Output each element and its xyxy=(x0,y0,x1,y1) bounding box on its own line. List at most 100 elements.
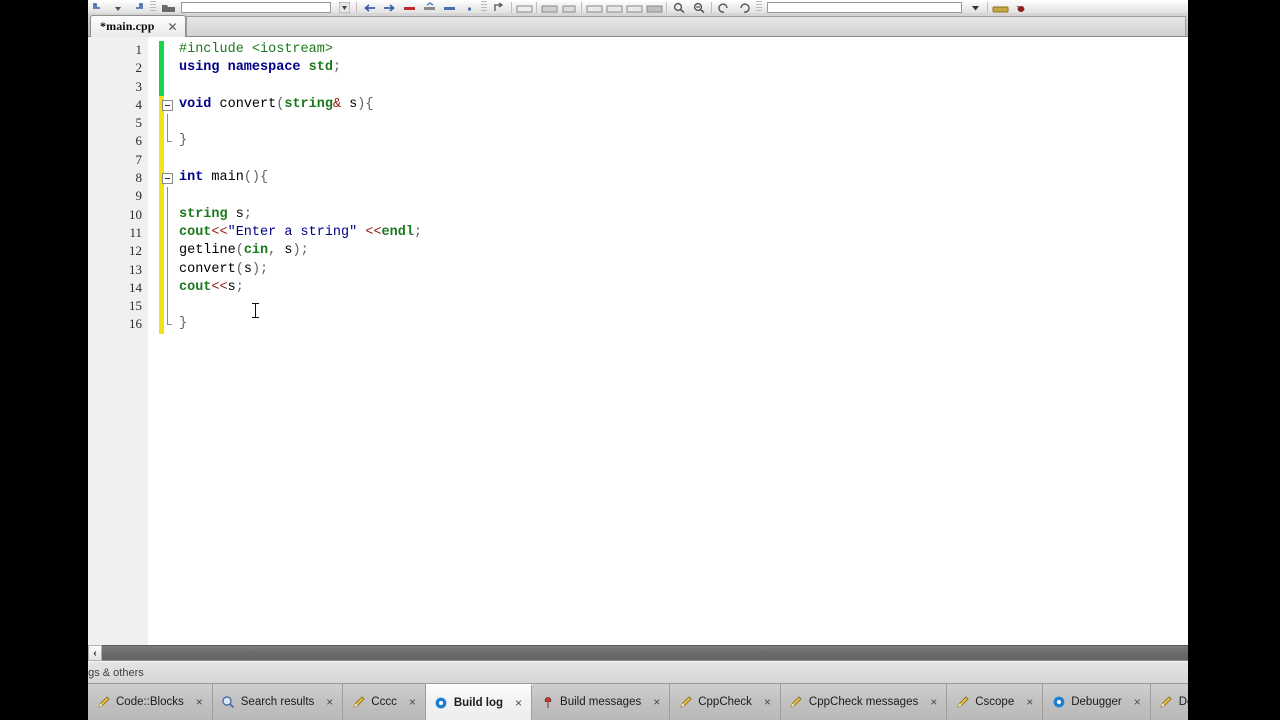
bookmark-prev-icon[interactable] xyxy=(419,0,439,13)
pin-icon xyxy=(540,695,555,710)
build-target-chevron-down-icon[interactable] xyxy=(965,0,985,13)
close-icon[interactable]: × xyxy=(194,695,205,709)
line-number: 7 xyxy=(135,151,143,167)
window-1-icon[interactable] xyxy=(514,0,534,13)
close-icon[interactable]: × xyxy=(928,695,939,709)
close-icon[interactable]: × xyxy=(513,696,524,710)
pencil-icon xyxy=(678,695,693,710)
window-2-icon[interactable] xyxy=(539,0,559,13)
editor-tab-main-cpp[interactable]: *main.cpp ✕ xyxy=(90,15,186,37)
editor-tab-bar-empty-area xyxy=(186,16,1186,36)
line-number: 16 xyxy=(129,316,142,332)
window-4-icon[interactable] xyxy=(584,0,604,13)
toolbar-grip[interactable] xyxy=(150,1,156,13)
logs-tab-label: Cscope xyxy=(975,696,1015,708)
code-line[interactable]: #include <iostream> xyxy=(148,41,1188,59)
zoom-in-icon[interactable] xyxy=(669,0,689,13)
fold-guide-line xyxy=(167,114,168,133)
code-line[interactable]: cout<<"Enter a string" <<endl; xyxy=(148,223,1188,243)
code-token: () xyxy=(243,170,261,186)
refresh-cw-icon[interactable] xyxy=(734,0,754,13)
code-token: ( xyxy=(235,261,244,277)
bookmark-red-icon[interactable] xyxy=(399,0,419,13)
line-number: 5 xyxy=(135,115,143,131)
line-number: 4 xyxy=(135,96,143,112)
code-token: << xyxy=(365,224,382,240)
code-token: ; xyxy=(413,224,423,240)
fold-collapse-icon[interactable] xyxy=(162,173,173,185)
bookmark-next-icon[interactable] xyxy=(439,0,459,13)
code-line[interactable]: cout<<s; xyxy=(148,278,1188,298)
logs-tab-code-blocks[interactable]: Code::Blocks × xyxy=(88,684,213,720)
logs-tab-cppcheck-messages[interactable]: CppCheck messages × xyxy=(780,684,948,720)
close-icon[interactable]: × xyxy=(407,695,418,709)
code-line[interactable] xyxy=(148,78,1188,96)
code-line[interactable]: using namespace std; xyxy=(148,59,1188,77)
back-arrow-icon[interactable] xyxy=(359,0,379,13)
code-line[interactable] xyxy=(148,114,1188,133)
fold-collapse-icon[interactable] xyxy=(162,99,173,111)
toolbar-grip-3[interactable] xyxy=(756,1,762,13)
window-7-icon[interactable] xyxy=(644,0,664,13)
forward-arrow-icon[interactable] xyxy=(379,0,399,13)
code-line[interactable] xyxy=(148,187,1188,206)
undo-icon[interactable] xyxy=(88,0,108,13)
line-number: 11 xyxy=(129,224,142,240)
code-line[interactable] xyxy=(148,151,1188,169)
code-line[interactable]: int main(){ xyxy=(148,169,1188,187)
editor-tab-bar: *main.cpp ✕ xyxy=(88,13,1188,37)
window-5-icon[interactable] xyxy=(604,0,624,13)
redo-icon[interactable] xyxy=(128,0,148,13)
refresh-ccw-icon[interactable] xyxy=(714,0,734,13)
scrollbar-thumb[interactable] xyxy=(102,646,1188,660)
code-text-area[interactable]: #include <iostream> using namespace std; v… xyxy=(148,41,1188,645)
bug-icon[interactable] xyxy=(1010,0,1030,13)
step-icon[interactable] xyxy=(489,0,509,13)
code-line[interactable]: getline(cin, s); xyxy=(148,242,1188,261)
close-icon[interactable]: × xyxy=(762,695,773,709)
close-icon[interactable]: × xyxy=(651,695,662,709)
code-token: ; xyxy=(260,261,269,277)
logs-tab-cppcheck[interactable]: CppCheck × xyxy=(670,684,781,720)
code-line[interactable] xyxy=(148,297,1188,316)
code-line[interactable]: string s; xyxy=(148,205,1188,224)
logs-tab-search-results[interactable]: Search results × xyxy=(212,684,344,720)
logs-tab-cccc[interactable]: Cccc × xyxy=(343,684,426,720)
close-icon[interactable]: × xyxy=(324,695,335,709)
logs-tab-build-messages[interactable]: Build messages × xyxy=(532,684,671,720)
editor-horizontal-scrollbar[interactable]: ‹ xyxy=(88,645,1188,661)
code-token: ; xyxy=(300,243,309,259)
toolbar-group-windows xyxy=(514,0,664,13)
logs-tab-build-log[interactable]: Build log × xyxy=(425,684,533,720)
logs-tab-doxyblocks[interactable]: DoxyBlocks× xyxy=(1150,684,1188,720)
code-line[interactable]: void convert(string& s){ xyxy=(148,96,1188,114)
window-3-icon[interactable] xyxy=(559,0,579,13)
close-icon[interactable]: ✕ xyxy=(167,20,179,34)
open-files-icon[interactable] xyxy=(158,0,178,13)
fold-guide-line xyxy=(167,187,168,206)
code-line[interactable]: } xyxy=(148,315,1188,333)
undo-dropdown-icon[interactable] xyxy=(108,0,128,13)
pencil-icon xyxy=(1159,695,1174,710)
code-editor[interactable]: 1 2 3 4 5 6 7 8 9 10 11 12 13 14 15 16 #include <iostre… xyxy=(88,37,1188,646)
logs-tab-cscope[interactable]: Cscope × xyxy=(947,684,1044,720)
logs-panel-header: ogs & others xyxy=(88,661,1188,683)
scroll-left-arrow-icon[interactable]: ‹ xyxy=(88,645,102,661)
code-token: ; xyxy=(243,206,252,222)
close-icon[interactable]: × xyxy=(1024,695,1035,709)
search-input[interactable] xyxy=(181,2,331,13)
logs-tab-debugger[interactable]: Debugger × xyxy=(1043,684,1151,720)
search-dropdown-icon[interactable] xyxy=(334,0,354,13)
code-token: s xyxy=(227,206,244,222)
build-target-select[interactable] xyxy=(767,2,962,13)
code-line[interactable]: } xyxy=(148,132,1188,150)
keyboard-icon[interactable] xyxy=(990,0,1010,13)
code-line[interactable]: convert(s); xyxy=(148,260,1188,279)
bookmark-dot-icon[interactable] xyxy=(459,0,479,13)
close-icon[interactable]: × xyxy=(1132,695,1143,709)
logs-tab-label: CppCheck messages xyxy=(808,696,919,708)
window-6-icon[interactable] xyxy=(624,0,644,13)
zoom-out-icon[interactable] xyxy=(689,0,709,13)
scrollbar-track[interactable] xyxy=(102,645,1188,661)
toolbar-grip-2[interactable] xyxy=(481,1,487,13)
